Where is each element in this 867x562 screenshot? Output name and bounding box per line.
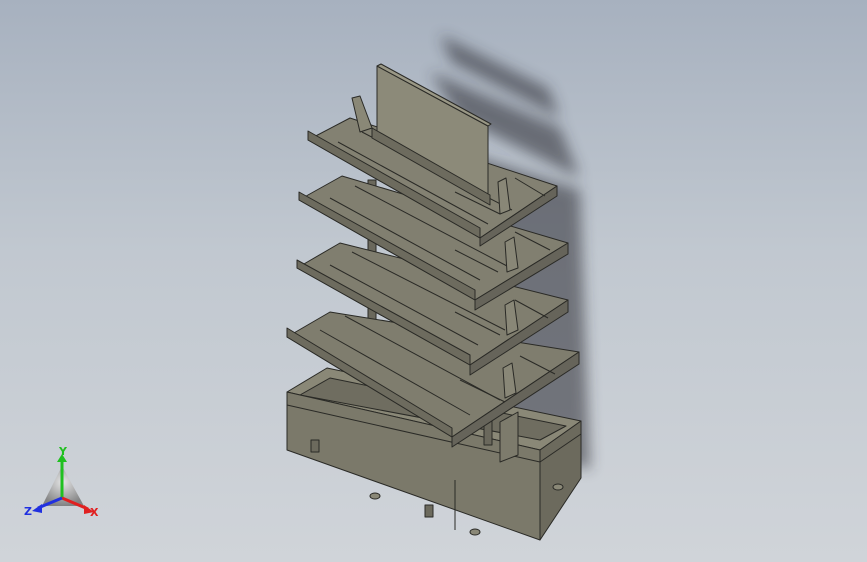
graphics-viewport[interactable]: Y X Z [0,0,867,562]
display-rack-model[interactable] [0,0,867,562]
view-orientation-triad[interactable]: Y X Z [22,446,112,526]
x-axis-label: X [90,506,99,519]
z-axis-label: Z [24,505,32,518]
y-axis-label: Y [58,446,68,458]
z-arrow-icon [32,504,42,513]
